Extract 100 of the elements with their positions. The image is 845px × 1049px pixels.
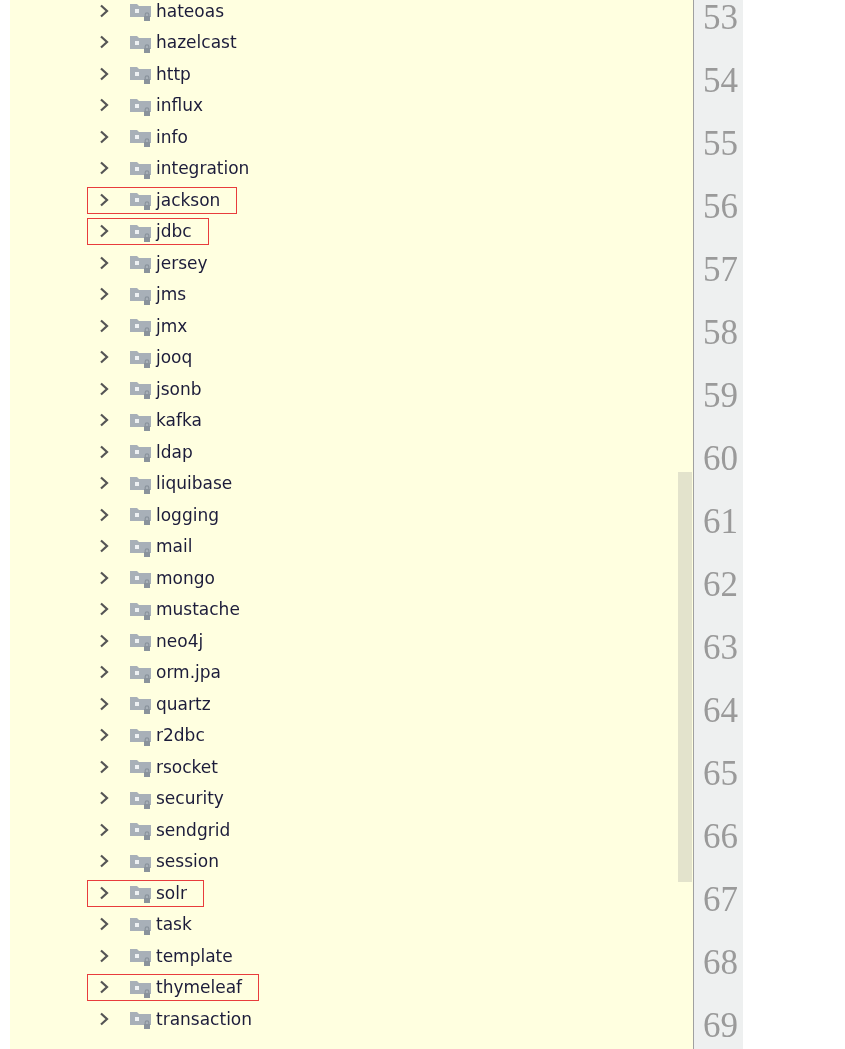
chevron-icon[interactable] <box>99 287 109 302</box>
tree-item-label[interactable]: integration <box>156 157 250 180</box>
folder-icon <box>130 759 152 778</box>
folder-icon <box>130 192 152 211</box>
line-number: 66 <box>702 816 739 858</box>
tree-item-label[interactable]: r2dbc <box>156 724 205 747</box>
tree-item-label[interactable]: hazelcast <box>156 31 237 54</box>
line-number: 55 <box>702 123 739 165</box>
folder-icon <box>130 853 152 872</box>
tree-item-label[interactable]: jersey <box>156 251 208 274</box>
chevron-icon[interactable] <box>99 476 109 491</box>
tree-item-label[interactable]: quartz <box>156 692 211 715</box>
chevron-icon[interactable] <box>99 3 109 18</box>
line-number: 67 <box>702 879 739 921</box>
tree-item-label[interactable]: thymeleaf <box>156 976 243 999</box>
folder-icon <box>130 790 152 809</box>
folder-icon <box>130 538 152 557</box>
line-number: 58 <box>702 312 739 354</box>
tree-item-label[interactable]: sendgrid <box>156 818 231 841</box>
chevron-icon[interactable] <box>99 696 109 711</box>
tree-item-label[interactable]: mail <box>156 535 193 558</box>
chevron-icon[interactable] <box>99 728 109 743</box>
tree-item-label[interactable]: http <box>156 62 191 85</box>
chevron-icon[interactable] <box>99 570 109 585</box>
chevron-icon[interactable] <box>99 350 109 365</box>
folder-icon <box>130 948 152 967</box>
chevron-icon[interactable] <box>99 98 109 113</box>
chevron-icon[interactable] <box>99 192 109 207</box>
folder-icon <box>130 34 152 53</box>
chevron-icon[interactable] <box>99 854 109 869</box>
folder-icon <box>130 885 152 904</box>
chevron-icon[interactable] <box>99 822 109 837</box>
tree-item-label[interactable]: neo4j <box>156 629 204 652</box>
tree-item-label[interactable]: jooq <box>156 346 193 369</box>
tree-item-label[interactable]: jackson <box>156 188 221 211</box>
folder-icon <box>130 97 152 116</box>
folder-icon <box>130 129 152 148</box>
line-number: 65 <box>702 753 739 795</box>
tree-item-label[interactable]: jmx <box>156 314 188 337</box>
tree-item-label[interactable]: kafka <box>156 409 202 432</box>
tree-item-label[interactable]: security <box>156 787 224 810</box>
tree-item-label[interactable]: transaction <box>156 1007 253 1030</box>
chevron-icon[interactable] <box>99 633 109 648</box>
folder-icon <box>130 916 152 935</box>
chevron-icon[interactable] <box>99 602 109 617</box>
chevron-icon[interactable] <box>99 507 109 522</box>
line-number: 64 <box>702 690 739 732</box>
tree-item-label[interactable]: template <box>156 944 233 967</box>
chevron-icon[interactable] <box>99 980 109 995</box>
folder-icon <box>130 727 152 746</box>
folder-icon <box>130 381 152 400</box>
chevron-icon[interactable] <box>99 381 109 396</box>
chevron-icon[interactable] <box>99 413 109 428</box>
tree-item-label[interactable]: info <box>156 125 188 148</box>
chevron-icon[interactable] <box>99 318 109 333</box>
tree-item-label[interactable]: hateoas <box>156 0 224 22</box>
folder-icon <box>130 3 152 22</box>
chevron-icon[interactable] <box>99 917 109 932</box>
chevron-icon[interactable] <box>99 539 109 554</box>
chevron-icon[interactable] <box>99 1011 109 1026</box>
chevron-icon[interactable] <box>99 759 109 774</box>
folder-icon <box>130 601 152 620</box>
folder-icon <box>130 255 152 274</box>
chevron-icon[interactable] <box>99 948 109 963</box>
tree-item-label[interactable]: jdbc <box>156 220 192 243</box>
chevron-icon[interactable] <box>99 66 109 81</box>
folder-icon <box>130 979 152 998</box>
tree-item-label[interactable]: mongo <box>156 566 215 589</box>
chevron-icon[interactable] <box>99 791 109 806</box>
tree-item-label[interactable]: ldap <box>156 440 193 463</box>
tree-item-label[interactable]: influx <box>156 94 204 117</box>
folder-icon <box>130 223 152 242</box>
line-number: 54 <box>702 60 739 102</box>
tree-item-label[interactable]: liquibase <box>156 472 233 495</box>
chevron-icon[interactable] <box>99 161 109 176</box>
chevron-icon[interactable] <box>99 665 109 680</box>
tree-item-label[interactable]: jsonb <box>156 377 202 400</box>
scrollbar-thumb[interactable] <box>678 472 692 882</box>
line-number: 57 <box>702 249 739 291</box>
folder-icon <box>130 664 152 683</box>
tree-item-label[interactable]: rsocket <box>156 755 218 778</box>
chevron-icon[interactable] <box>99 255 109 270</box>
line-number: 69 <box>702 1005 739 1047</box>
tree-item-label[interactable]: solr <box>156 881 187 904</box>
tree-item-label[interactable]: orm.jpa <box>156 661 221 684</box>
folder-icon <box>130 160 152 179</box>
line-number: 68 <box>702 942 739 984</box>
tree-item-label[interactable]: task <box>156 913 192 936</box>
chevron-icon[interactable] <box>99 129 109 144</box>
line-number: 60 <box>702 438 739 480</box>
tree-item-label[interactable]: jms <box>156 283 187 306</box>
tree-item-label[interactable]: logging <box>156 503 219 526</box>
chevron-icon[interactable] <box>99 444 109 459</box>
tree-item-label[interactable]: session <box>156 850 219 873</box>
chevron-icon[interactable] <box>99 35 109 50</box>
chevron-icon[interactable] <box>99 885 109 900</box>
line-number: 61 <box>702 501 739 543</box>
chevron-icon[interactable] <box>99 224 109 239</box>
tree-item-label[interactable]: mustache <box>156 598 240 621</box>
line-number: 63 <box>702 627 739 669</box>
